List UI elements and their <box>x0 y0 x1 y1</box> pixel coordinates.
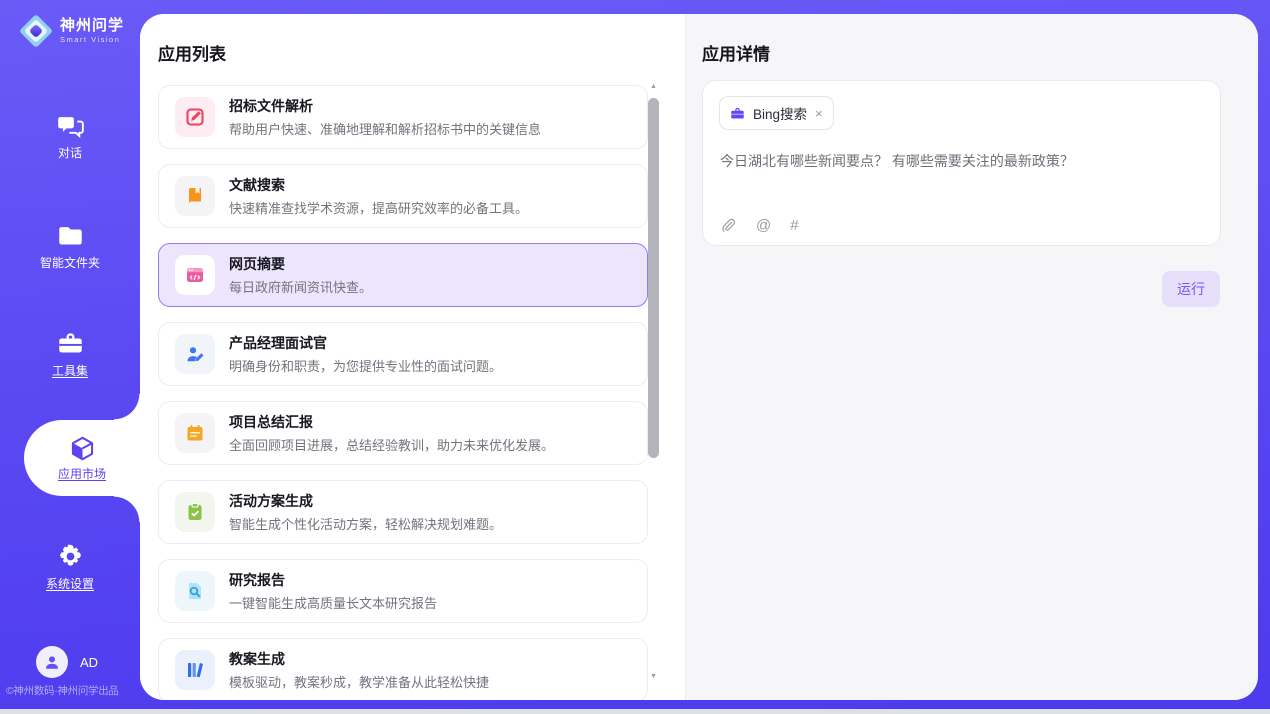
app-card-pm-interviewer[interactable]: 产品经理面试官明确身份和职责，为您提供专业性的面试问题。 <box>158 322 648 386</box>
content-card: 应用列表 招标文件解析帮助用户快速、准确地理解和解析招标书中的关键信息 文献搜索… <box>140 14 1258 700</box>
prompt-card: Bing搜索 × 今日湖北有哪些新闻要点？ 有哪些需要关注的最新政策？ @ # <box>702 80 1221 246</box>
person-icon <box>43 653 61 671</box>
bottom-edge-strip <box>0 709 1270 714</box>
app-detail-panel: 应用详情 Bing搜索 × 今日湖北有哪些新闻要点？ 有哪些需要关注的最新政策？… <box>685 14 1258 700</box>
app-desc: 一键智能生成高质量长文本研究报告 <box>229 593 437 612</box>
app-list-scrollbar[interactable]: ▲ ▼ <box>647 80 660 692</box>
cube-icon <box>69 435 96 462</box>
app-name: 网页摘要 <box>229 254 372 274</box>
app-name: 文献搜索 <box>229 175 528 195</box>
app-desc: 明确身份和职责，为您提供专业性的面试问题。 <box>229 356 502 375</box>
calendar-report-icon <box>185 423 205 443</box>
scrollbar-thumb[interactable] <box>648 98 659 458</box>
app-desc: 帮助用户快速、准确地理解和解析招标书中的关键信息 <box>229 119 541 138</box>
run-button[interactable]: 运行 <box>1162 271 1220 307</box>
sidebar: 神州问学 Smart Vision 对话 智能文件夹 工具集 应用市场 系统设置… <box>0 0 140 709</box>
sidebar-item-label: 系统设置 <box>46 575 94 592</box>
app-card-lesson-plan[interactable]: 教案生成模板驱动，教案秒成，教学准备从此轻松快捷 <box>158 638 648 700</box>
sidebar-footer-credit: ©神州数码·神州问学出品 <box>6 683 140 698</box>
app-card-webpage-summary[interactable]: 网页摘要每日政府新闻资讯快查。 <box>158 243 648 307</box>
user-account[interactable]: AD <box>36 646 98 678</box>
input-toolbar: @ # <box>720 217 799 234</box>
app-name: 产品经理面试官 <box>229 333 502 353</box>
query-input[interactable]: 今日湖北有哪些新闻要点？ 有哪些需要关注的最新政策？ <box>720 151 1074 171</box>
app-desc: 智能生成个性化活动方案，轻松解决规划难题。 <box>229 514 502 533</box>
book-icon <box>185 186 205 206</box>
sidebar-item-label: 对话 <box>58 144 82 161</box>
app-list-title: 应用列表 <box>158 40 226 65</box>
app-desc: 快速精准查找学术资源，提高研究效率的必备工具。 <box>229 198 528 217</box>
scroll-up-icon[interactable]: ▲ <box>647 80 660 94</box>
brand-subtitle: Smart Vision <box>60 36 124 44</box>
tool-tag-bing-search[interactable]: Bing搜索 × <box>719 96 834 130</box>
app-list-panel: 应用列表 招标文件解析帮助用户快速、准确地理解和解析招标书中的关键信息 文献搜索… <box>140 14 685 700</box>
brand-logo: 神州问学 Smart Vision <box>20 15 124 47</box>
avatar <box>36 646 68 678</box>
webpage-icon <box>185 265 205 285</box>
paperclip-icon[interactable] <box>720 217 737 234</box>
chat-icon <box>57 112 84 139</box>
app-card-research-report[interactable]: 研究报告一键智能生成高质量长文本研究报告 <box>158 559 648 623</box>
app-name: 活动方案生成 <box>229 491 502 511</box>
toolbox-icon <box>57 330 84 357</box>
app-name: 项目总结汇报 <box>229 412 554 432</box>
app-detail-title: 应用详情 <box>702 40 770 65</box>
app-card-event-plan[interactable]: 活动方案生成智能生成个性化活动方案，轻松解决规划难题。 <box>158 480 648 544</box>
scroll-down-icon[interactable]: ▼ <box>647 670 660 684</box>
close-icon[interactable]: × <box>815 107 823 120</box>
app-desc: 模板驱动，教案秒成，教学准备从此轻松快捷 <box>229 672 489 691</box>
sidebar-item-chat[interactable]: 对话 <box>0 112 140 161</box>
gear-icon <box>57 543 84 570</box>
app-desc: 全面回顾项目进展，总结经验教训，助力未来优化发展。 <box>229 435 554 454</box>
briefcase-icon <box>730 106 745 121</box>
app-name: 研究报告 <box>229 570 437 590</box>
mention-icon[interactable]: @ <box>756 217 771 234</box>
brand-gem-icon <box>20 15 52 47</box>
topic-icon[interactable]: # <box>790 217 798 234</box>
interviewer-icon <box>185 344 205 364</box>
app-card-literature-search[interactable]: 文献搜索快速精准查找学术资源，提高研究效率的必备工具。 <box>158 164 648 228</box>
app-list: 招标文件解析帮助用户快速、准确地理解和解析招标书中的关键信息 文献搜索快速精准查… <box>158 85 648 700</box>
sidebar-item-label: 工具集 <box>52 362 88 379</box>
clipboard-check-icon <box>185 502 205 522</box>
app-name: 招标文件解析 <box>229 96 541 116</box>
app-card-bid-parsing[interactable]: 招标文件解析帮助用户快速、准确地理解和解析招标书中的关键信息 <box>158 85 648 149</box>
app-name: 教案生成 <box>229 649 489 669</box>
books-icon <box>185 660 205 680</box>
app-desc: 每日政府新闻资讯快查。 <box>229 277 372 296</box>
sidebar-item-label: 应用市场 <box>58 465 106 482</box>
sidebar-item-app-market[interactable]: 应用市场 <box>24 420 140 496</box>
sidebar-item-label: 智能文件夹 <box>40 254 100 271</box>
app-card-project-summary[interactable]: 项目总结汇报全面回顾项目进展，总结经验教训，助力未来优化发展。 <box>158 401 648 465</box>
edit-document-icon <box>185 107 205 127</box>
sidebar-item-toolset[interactable]: 工具集 <box>0 330 140 379</box>
brand-name: 神州问学 <box>60 18 124 35</box>
sidebar-item-smart-folders[interactable]: 智能文件夹 <box>0 222 140 271</box>
folder-icon <box>57 222 84 249</box>
research-report-icon <box>185 581 205 601</box>
user-name: AD <box>80 655 98 670</box>
tool-tag-label: Bing搜索 <box>753 103 807 123</box>
sidebar-item-settings[interactable]: 系统设置 <box>0 543 140 592</box>
